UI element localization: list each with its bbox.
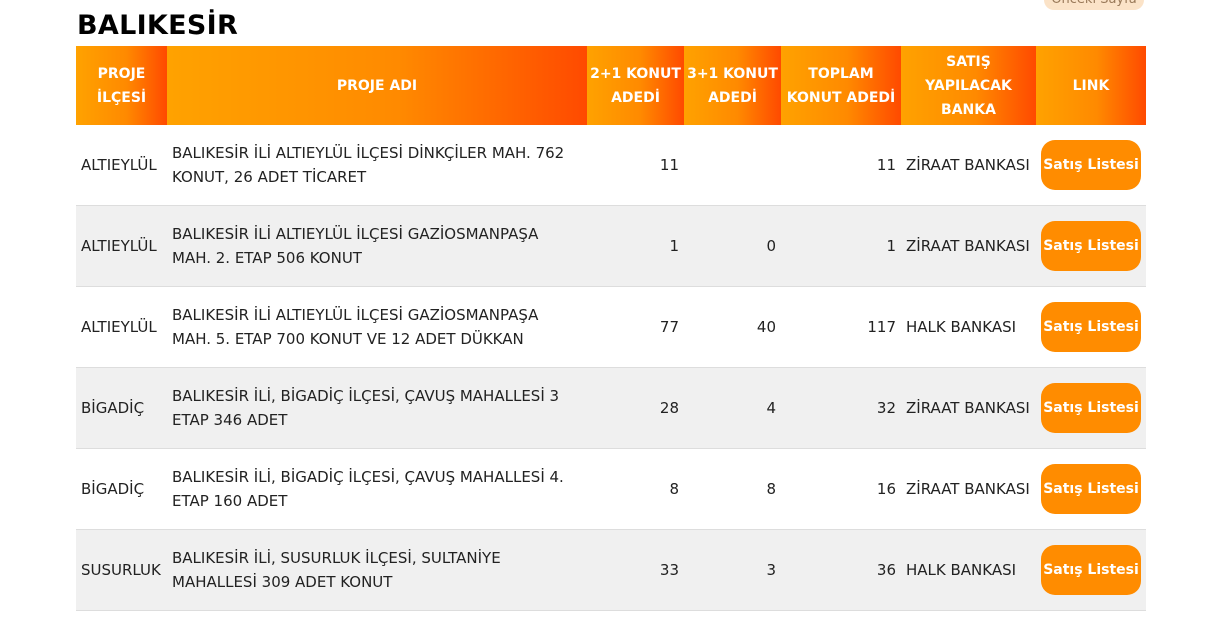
cell-ilce: ALTIEYLÜL <box>81 318 157 336</box>
cell-banka: HALK BANKASI <box>906 318 1017 336</box>
cell-ilce: SUSURLUK <box>76 529 167 611</box>
cell-proje-adi: BALIKESİR İLİ, SUSURLUK İLÇESİ, SULTANİY… <box>167 529 587 611</box>
cell-toplam: 11 <box>876 156 896 174</box>
cell-proje-adi: BALIKESİR İLİ ALTIEYLÜL İLÇESİ GAZİOSMAN… <box>172 306 539 348</box>
cell-toplam: 1 <box>781 205 901 287</box>
cell-ilce: ALTIEYLÜL <box>76 205 167 287</box>
header-row: PROJE İLÇESİ PROJE ADI 2+1 KONUT ADEDİ 3+1… <box>76 46 1146 125</box>
table-row: BİGADİÇ BALIKESİR İLİ, BİGADİÇ İLÇESİ, Ç… <box>76 449 1146 530</box>
cell-2-1-konut: 28 <box>587 367 684 449</box>
cell-toplam: 36 <box>781 529 901 611</box>
cell-proje-adi: BALIKESİR İLİ, BİGADİÇ İLÇESİ, ÇAVUŞ MAH… <box>167 367 587 449</box>
table-row: ALTIEYLÜL BALIKESİR İLİ ALTIEYLÜL İLÇESİ… <box>76 287 1146 368</box>
cell-2-1-konut: 11 <box>659 156 679 174</box>
cell-link: Satış Listesi <box>1036 205 1146 287</box>
table-row: ALTIEYLÜL BALIKESİR İLİ ALTIEYLÜL İLÇESİ… <box>76 125 1146 206</box>
cell-link: Satış Listesi <box>1036 287 1146 368</box>
table-row: BİGADİÇ BALIKESİR İLİ, BİGADİÇ İLÇESİ, Ç… <box>76 367 1146 449</box>
cell-link: Satış Listesi <box>1036 125 1146 206</box>
cell-proje-adi: BALIKESİR İLİ ALTIEYLÜL İLÇESİ GAZİOSMAN… <box>167 205 587 287</box>
header-link: LINK <box>1036 46 1146 125</box>
cell-banka: ZİRAAT BANKASI <box>906 156 1030 174</box>
header-2-1-konut: 2+1 KONUT ADEDİ <box>587 46 684 125</box>
cell-2-1-konut: 77 <box>659 318 679 336</box>
cell-proje-adi: BALIKESİR İLİ ALTIEYLÜL İLÇESİ DİNKÇİLER… <box>172 144 565 186</box>
cell-2-1-konut: 1 <box>587 205 684 287</box>
cell-3-1-konut <box>684 125 781 206</box>
cell-banka: ZİRAAT BANKASI <box>901 205 1036 287</box>
cell-2-1-konut: 33 <box>587 529 684 611</box>
page-title: BALIKESİR <box>77 10 239 41</box>
cell-3-1-konut: 3 <box>684 529 781 611</box>
cell-ilce: BİGADİÇ <box>81 480 145 498</box>
header-proje-adi: PROJE ADI <box>167 46 587 125</box>
satis-listesi-button[interactable]: Satış Listesi <box>1041 221 1141 271</box>
cell-3-1-konut: 0 <box>684 205 781 287</box>
cell-link: Satış Listesi <box>1036 367 1146 449</box>
header-proje-ilcesi: PROJE İLÇESİ <box>76 46 167 125</box>
cell-3-1-konut: 8 <box>766 480 776 498</box>
header-banka: SATIŞ YAPILACAK BANKA <box>901 46 1036 125</box>
header-toplam-konut: TOPLAM KONUT ADEDİ <box>781 46 901 125</box>
table-body: ALTIEYLÜL BALIKESİR İLİ ALTIEYLÜL İLÇESİ… <box>76 125 1146 611</box>
cell-toplam: 32 <box>781 367 901 449</box>
cell-ilce: BİGADİÇ <box>76 367 167 449</box>
satis-listesi-button[interactable]: Satış Listesi <box>1041 545 1141 595</box>
cell-banka: ZİRAAT BANKASI <box>901 367 1036 449</box>
project-table: PROJE İLÇESİ PROJE ADI 2+1 KONUT ADEDİ 3+1… <box>76 46 1146 611</box>
cell-2-1-konut: 8 <box>669 480 679 498</box>
cell-link: Satış Listesi <box>1036 529 1146 611</box>
cell-toplam: 16 <box>876 480 896 498</box>
cell-3-1-konut: 40 <box>756 318 776 336</box>
cell-ilce: ALTIEYLÜL <box>81 156 157 174</box>
header-3-1-konut: 3+1 KONUT ADEDİ <box>684 46 781 125</box>
satis-listesi-button[interactable]: Satış Listesi <box>1041 302 1141 352</box>
satis-listesi-button[interactable]: Satış Listesi <box>1041 140 1141 190</box>
cell-toplam: 117 <box>867 318 896 336</box>
satis-listesi-button[interactable]: Satış Listesi <box>1041 464 1141 514</box>
table-header: PROJE İLÇESİ PROJE ADI 2+1 KONUT ADEDİ 3+1… <box>76 46 1146 125</box>
cell-link: Satış Listesi <box>1036 449 1146 530</box>
table-row: ALTIEYLÜL BALIKESİR İLİ ALTIEYLÜL İLÇESİ… <box>76 205 1146 287</box>
cell-3-1-konut: 4 <box>684 367 781 449</box>
cell-banka: ZİRAAT BANKASI <box>906 480 1030 498</box>
table-row: SUSURLUK BALIKESİR İLİ, SUSURLUK İLÇESİ,… <box>76 529 1146 611</box>
cell-banka: HALK BANKASI <box>901 529 1036 611</box>
prev-page-button[interactable]: Önceki Sayfa <box>1044 0 1144 10</box>
cell-proje-adi: BALIKESİR İLİ, BİGADİÇ İLÇESİ, ÇAVUŞ MAH… <box>172 468 564 510</box>
satis-listesi-button[interactable]: Satış Listesi <box>1041 383 1141 433</box>
